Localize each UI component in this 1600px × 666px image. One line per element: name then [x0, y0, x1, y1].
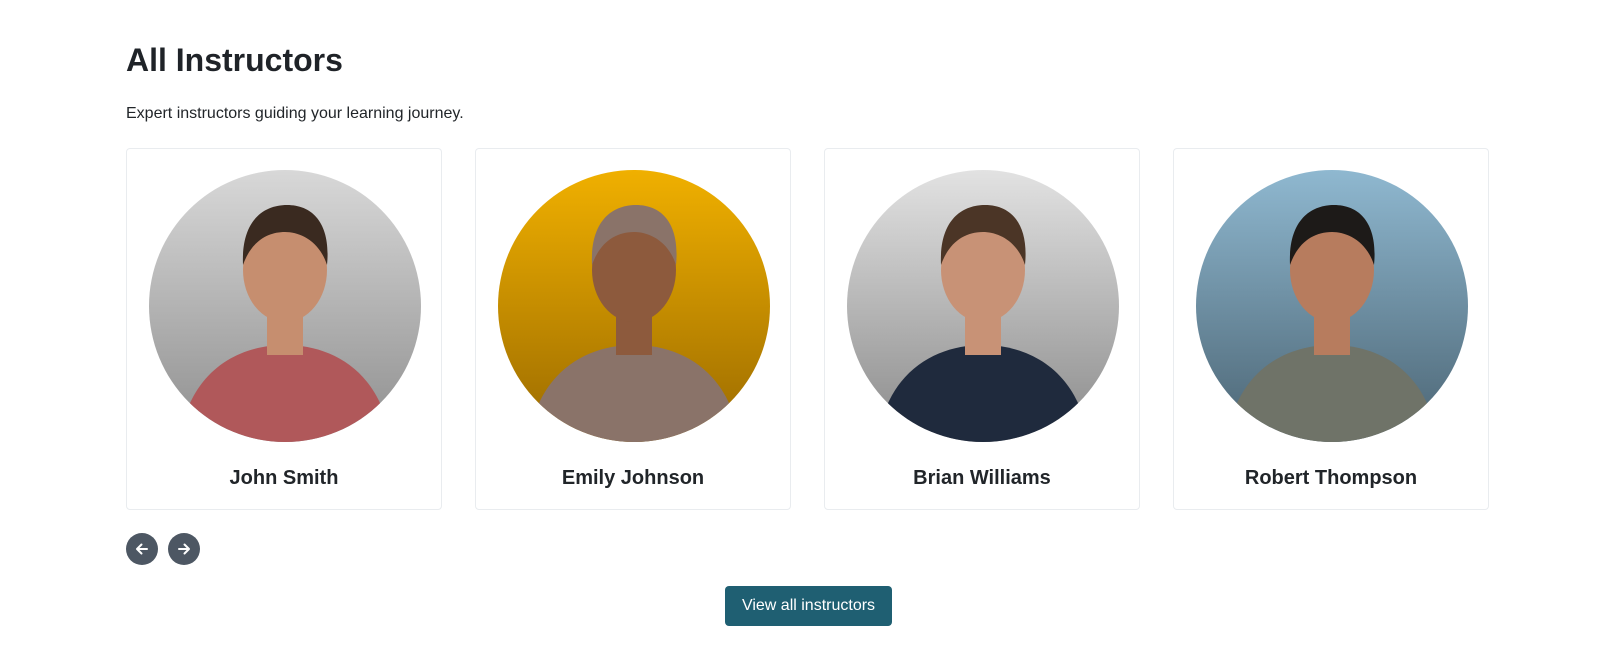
instructor-name: Brian Williams [913, 467, 1051, 489]
carousel-prev-button[interactable] [126, 533, 158, 565]
carousel-next-button[interactable] [168, 533, 200, 565]
view-all-instructors-button[interactable]: View all instructors [725, 586, 892, 626]
arrow-right-icon [178, 543, 190, 555]
section-subtitle: Expert instructors guiding your learning… [126, 105, 464, 122]
instructor-card[interactable]: Emily Johnson [475, 148, 791, 510]
instructor-card[interactable]: John Smith [126, 148, 442, 510]
instructor-card[interactable]: Brian Williams [824, 148, 1140, 510]
instructor-photo [149, 170, 421, 442]
instructor-name: Robert Thompson [1244, 467, 1418, 489]
page-title: All Instructors [126, 42, 343, 78]
arrow-left-icon [136, 543, 148, 555]
instructor-card-list: John Smith Emily Johnson Brian Williams … [126, 148, 1489, 510]
instructor-photo [847, 170, 1119, 442]
carousel-nav [126, 533, 200, 565]
instructor-photo [1196, 170, 1468, 442]
instructor-card[interactable]: Robert Thompson [1173, 148, 1489, 510]
instructor-name: John Smith [229, 467, 339, 489]
instructor-photo [498, 170, 770, 442]
instructor-name: Emily Johnson [561, 467, 705, 489]
